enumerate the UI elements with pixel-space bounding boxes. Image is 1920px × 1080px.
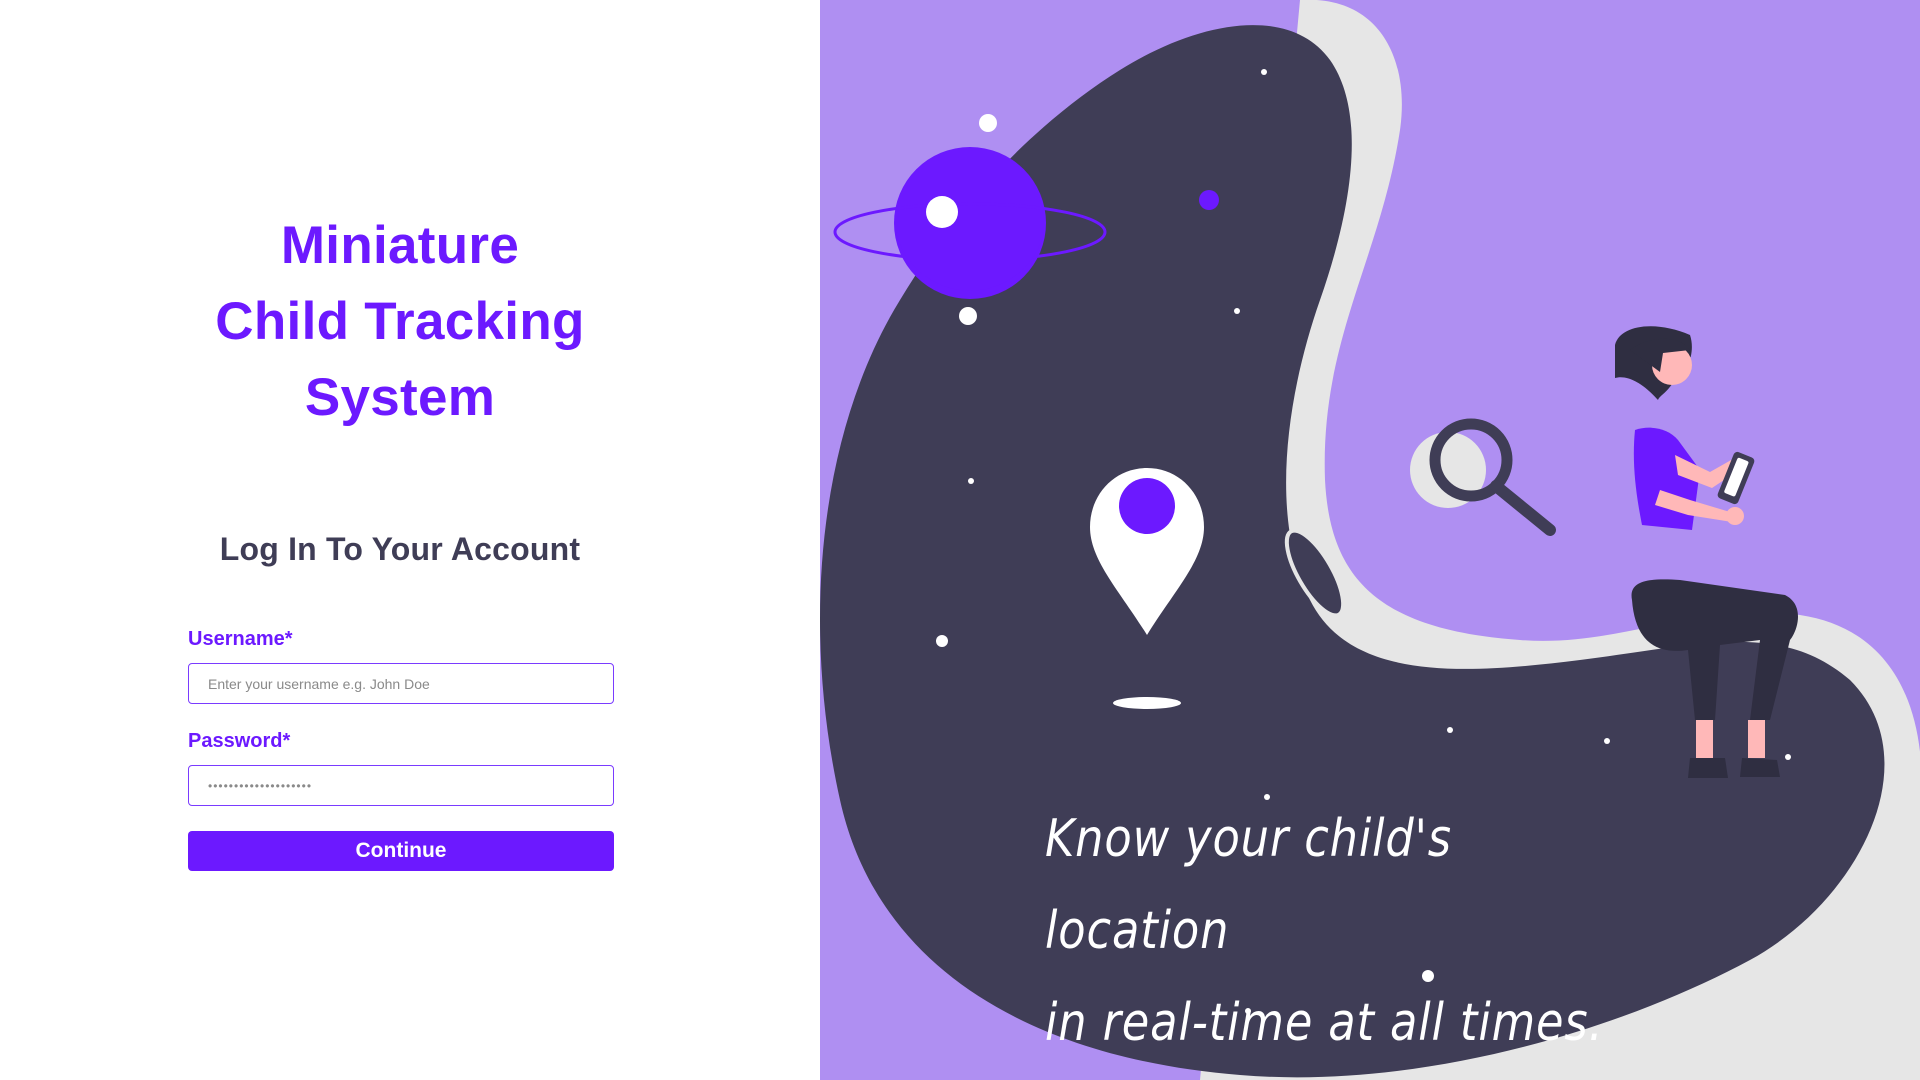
- hero-tagline: Know your child's location in real-time …: [1045, 793, 1647, 1069]
- small-purple-star: [1199, 190, 1219, 210]
- continue-button[interactable]: Continue: [188, 831, 614, 871]
- tagline-line-1: Know your child's location: [1045, 809, 1452, 961]
- username-label: Username*: [188, 628, 293, 650]
- tagline-line-2: in real-time at all times.: [1045, 993, 1604, 1053]
- app-title-line-3: System: [304, 368, 496, 427]
- login-panel: Miniature Child Tracking System Log In T…: [0, 0, 820, 1080]
- password-label: Password*: [188, 730, 291, 752]
- password-input[interactable]: [188, 765, 614, 806]
- app-title-line-1: Miniature: [280, 216, 520, 275]
- hero-panel: Know your child's location in real-time …: [820, 0, 1920, 1080]
- login-heading: Log In To Your Account: [219, 531, 581, 567]
- login-form: Username* Password* Continue: [188, 624, 614, 871]
- password-group: Password*: [188, 726, 614, 806]
- app-title-line-2: Child Tracking: [215, 292, 585, 351]
- username-input[interactable]: [188, 663, 614, 704]
- magnifying-glass-icon: [1410, 418, 1556, 536]
- app-title: Miniature Child Tracking System: [0, 208, 800, 436]
